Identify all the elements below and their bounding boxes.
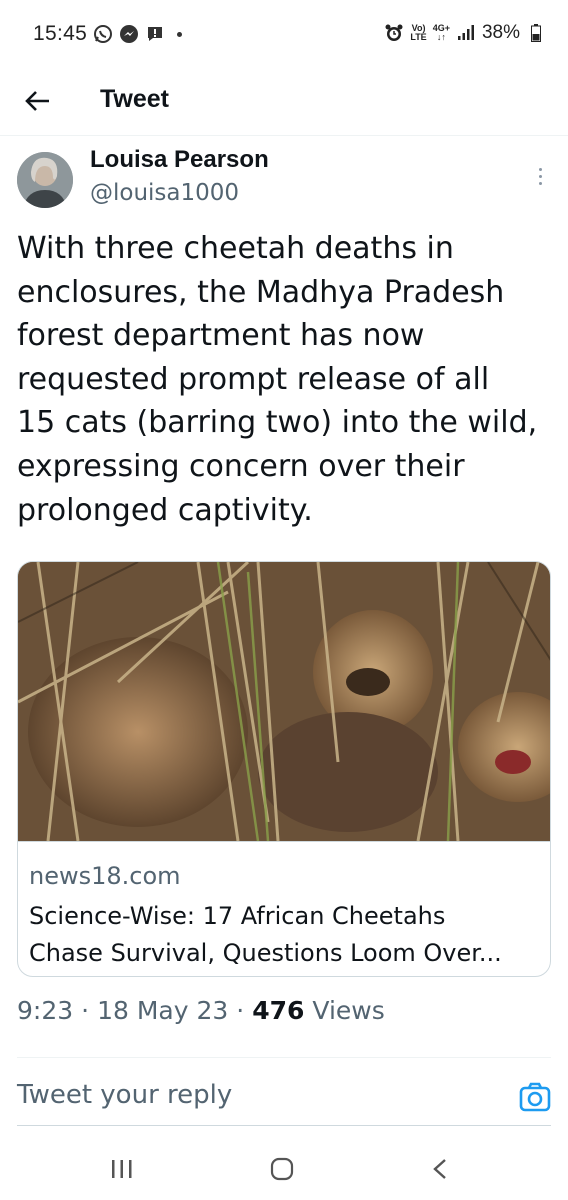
back-nav-button[interactable] xyxy=(420,1154,460,1184)
tweet-time[interactable]: 9:23 xyxy=(17,996,73,1025)
back-button[interactable] xyxy=(20,83,56,119)
tweet-meta: 9:23 · 18 May 23 · 476 Views xyxy=(17,996,385,1025)
alarm-icon xyxy=(384,23,404,43)
home-button[interactable] xyxy=(262,1154,302,1184)
card-title-line: Science-Wise: 17 African Cheetahs xyxy=(29,902,446,930)
reply-bar: Tweet your reply xyxy=(0,1068,568,1126)
status-time: 15:45 xyxy=(33,22,88,45)
back-icon xyxy=(433,1159,446,1179)
reply-input[interactable]: Tweet your reply xyxy=(17,1080,232,1110)
tweet-text: With three cheetah deaths in enclosures,… xyxy=(17,227,551,532)
whatsapp-icon xyxy=(93,24,113,44)
more-dot xyxy=(538,181,542,185)
tweet-text-line: enclosures, the Madhya Pradesh xyxy=(17,274,505,310)
tweet-text-line: expressing concern over their xyxy=(17,448,465,484)
page-title: Tweet xyxy=(100,85,169,113)
network-type-label: 4G+ ↓↑ xyxy=(432,23,450,42)
more-dot xyxy=(538,167,542,171)
status-bar: 15:45 Vo) LTE 4G+ ↓↑ 38% xyxy=(0,0,568,66)
dot-icon xyxy=(177,31,182,37)
battery-icon xyxy=(526,23,546,43)
signal-icon xyxy=(456,23,476,43)
camera-button[interactable] xyxy=(519,1082,551,1112)
more-options-button[interactable] xyxy=(528,162,552,190)
more-dot xyxy=(538,174,542,178)
messenger-icon xyxy=(119,24,139,44)
meta-separator: · xyxy=(81,996,90,1025)
card-meta[interactable]: news18.com Science-Wise: 17 African Chee… xyxy=(18,841,550,976)
recents-button[interactable] xyxy=(102,1154,142,1184)
top-app-bar: Tweet xyxy=(0,66,568,136)
link-card[interactable]: news18.com Science-Wise: 17 African Chee… xyxy=(17,561,551,977)
notification-icons xyxy=(93,24,182,44)
volte-label: Vo) LTE xyxy=(410,23,427,42)
card-title-line: Chase Survival, Questions Loom Over... xyxy=(29,939,502,967)
camera-icon xyxy=(519,1082,551,1112)
recents-icon xyxy=(112,1160,132,1178)
tweet-text-line: forest department has now xyxy=(17,318,425,354)
card-image[interactable] xyxy=(18,562,550,841)
author-name[interactable]: Louisa Pearson xyxy=(90,146,269,174)
tweet-date[interactable]: 18 May 23 xyxy=(97,996,228,1025)
home-icon xyxy=(270,1157,294,1181)
arrow-left-icon xyxy=(25,91,49,111)
tweet-text-line: With three cheetah deaths in xyxy=(17,231,454,266)
tweet-text-line: requested prompt release of all xyxy=(17,361,490,397)
system-nav-bar xyxy=(0,1140,568,1200)
author-handle[interactable]: @louisa1000 xyxy=(90,180,239,206)
tweet-text-line: prolonged captivity. xyxy=(17,492,313,528)
tweet-text-line: 15 cats (barring two) into the wild, xyxy=(17,405,538,441)
card-domain: news18.com xyxy=(29,862,181,890)
views-count: 476 xyxy=(252,996,305,1025)
battery-percent: 38% xyxy=(481,22,520,43)
status-right: Vo) LTE 4G+ ↓↑ 38% xyxy=(384,22,546,44)
divider xyxy=(17,1057,551,1058)
meta-separator: · xyxy=(236,996,245,1025)
reply-divider xyxy=(17,1125,551,1126)
views-label: Views xyxy=(312,996,385,1025)
chat-icon xyxy=(145,24,165,44)
avatar[interactable] xyxy=(17,152,73,208)
views[interactable]: 476 Views xyxy=(252,996,385,1025)
